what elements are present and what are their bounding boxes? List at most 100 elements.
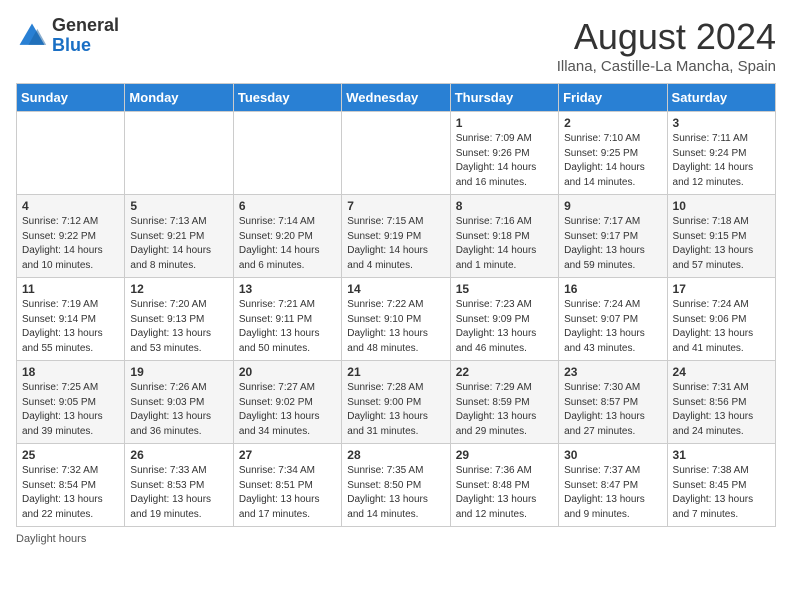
title-area: August 2024 Illana, Castille-La Mancha, … bbox=[557, 16, 776, 75]
day-number: 16 bbox=[564, 282, 661, 296]
day-info: Sunrise: 7:32 AM Sunset: 8:54 PM Dayligh… bbox=[22, 464, 119, 522]
calendar-cell: 29 Sunrise: 7:36 AM Sunset: 8:48 PM Dayli… bbox=[450, 444, 558, 527]
logo-text: General Blue bbox=[52, 16, 119, 56]
day-number: 27 bbox=[239, 448, 336, 462]
day-number: 9 bbox=[564, 199, 661, 213]
calendar-cell: 26 Sunrise: 7:33 AM Sunset: 8:53 PM Dayli… bbox=[125, 444, 233, 527]
calendar-cell: 5Sunrise: 7:13 AM Sunset: 9:21 PM Daylig… bbox=[125, 195, 233, 278]
col-header-monday: Monday bbox=[125, 84, 233, 112]
day-number: 6 bbox=[239, 199, 336, 213]
calendar-cell bbox=[233, 112, 341, 195]
calendar-cell: 17 Sunrise: 7:24 AM Sunset: 9:06 PM Dayli… bbox=[667, 278, 775, 361]
day-info: Sunrise: 7:22 AM Sunset: 9:10 PM Dayligh… bbox=[347, 298, 444, 356]
day-info: Sunrise: 7:33 AM Sunset: 8:53 PM Dayligh… bbox=[130, 464, 227, 522]
day-number: 30 bbox=[564, 448, 661, 462]
calendar-cell: 13 Sunrise: 7:21 AM Sunset: 9:11 PM Dayli… bbox=[233, 278, 341, 361]
logo-general: General bbox=[52, 15, 119, 35]
calendar-cell: 12Sunrise: 7:20 AM Sunset: 9:13 PM Dayli… bbox=[125, 278, 233, 361]
logo-icon bbox=[16, 20, 48, 52]
day-number: 5 bbox=[130, 199, 227, 213]
calendar-cell: 19Sunrise: 7:26 AM Sunset: 9:03 PM Dayli… bbox=[125, 361, 233, 444]
day-number: 31 bbox=[673, 448, 770, 462]
day-number: 26 bbox=[130, 448, 227, 462]
calendar-cell: 22 Sunrise: 7:29 AM Sunset: 8:59 PM Dayli… bbox=[450, 361, 558, 444]
day-info: Sunrise: 7:26 AM Sunset: 9:03 PM Dayligh… bbox=[130, 381, 227, 439]
calendar-cell: 4Sunrise: 7:12 AM Sunset: 9:22 PM Daylig… bbox=[17, 195, 125, 278]
day-number: 23 bbox=[564, 365, 661, 379]
calendar-cell: 20 Sunrise: 7:27 AM Sunset: 9:02 PM Dayli… bbox=[233, 361, 341, 444]
calendar-week-4: 18 Sunrise: 7:25 AM Sunset: 9:05 PM Dayli… bbox=[17, 361, 776, 444]
col-header-thursday: Thursday bbox=[450, 84, 558, 112]
col-header-sunday: Sunday bbox=[17, 84, 125, 112]
day-info: Sunrise: 7:14 AM Sunset: 9:20 PM Dayligh… bbox=[239, 215, 336, 273]
day-number: 17 bbox=[673, 282, 770, 296]
col-header-wednesday: Wednesday bbox=[342, 84, 450, 112]
day-info: Sunrise: 7:10 AM Sunset: 9:25 PM Dayligh… bbox=[564, 132, 661, 190]
calendar-cell: 7Sunrise: 7:15 AM Sunset: 9:19 PM Daylig… bbox=[342, 195, 450, 278]
calendar-week-2: 4Sunrise: 7:12 AM Sunset: 9:22 PM Daylig… bbox=[17, 195, 776, 278]
day-number: 10 bbox=[673, 199, 770, 213]
day-number: 11 bbox=[22, 282, 119, 296]
daylight-label: Daylight hours bbox=[16, 533, 86, 545]
day-info: Sunrise: 7:21 AM Sunset: 9:11 PM Dayligh… bbox=[239, 298, 336, 356]
month-title: August 2024 bbox=[557, 16, 776, 58]
day-number: 8 bbox=[456, 199, 553, 213]
day-info: Sunrise: 7:36 AM Sunset: 8:48 PM Dayligh… bbox=[456, 464, 553, 522]
day-number: 14 bbox=[347, 282, 444, 296]
calendar-cell: 2 Sunrise: 7:10 AM Sunset: 9:25 PM Daylig… bbox=[559, 112, 667, 195]
col-header-tuesday: Tuesday bbox=[233, 84, 341, 112]
day-number: 20 bbox=[239, 365, 336, 379]
logo-blue: Blue bbox=[52, 35, 91, 55]
day-info: Sunrise: 7:24 AM Sunset: 9:06 PM Dayligh… bbox=[673, 298, 770, 356]
day-info: Sunrise: 7:31 AM Sunset: 8:56 PM Dayligh… bbox=[673, 381, 770, 439]
day-info: Sunrise: 7:09 AM Sunset: 9:26 PM Dayligh… bbox=[456, 132, 553, 190]
day-number: 15 bbox=[456, 282, 553, 296]
day-info: Sunrise: 7:16 AM Sunset: 9:18 PM Dayligh… bbox=[456, 215, 553, 273]
calendar-week-3: 11 Sunrise: 7:19 AM Sunset: 9:14 PM Dayli… bbox=[17, 278, 776, 361]
day-number: 3 bbox=[673, 116, 770, 130]
calendar-cell: 10 Sunrise: 7:18 AM Sunset: 9:15 PM Dayli… bbox=[667, 195, 775, 278]
day-number: 2 bbox=[564, 116, 661, 130]
day-info: Sunrise: 7:24 AM Sunset: 9:07 PM Dayligh… bbox=[564, 298, 661, 356]
day-info: Sunrise: 7:11 AM Sunset: 9:24 PM Dayligh… bbox=[673, 132, 770, 190]
calendar-cell: 3 Sunrise: 7:11 AM Sunset: 9:24 PM Daylig… bbox=[667, 112, 775, 195]
location-subtitle: Illana, Castille-La Mancha, Spain bbox=[557, 58, 776, 75]
calendar-cell: 30Sunrise: 7:37 AM Sunset: 8:47 PM Dayli… bbox=[559, 444, 667, 527]
calendar-cell: 25Sunrise: 7:32 AM Sunset: 8:54 PM Dayli… bbox=[17, 444, 125, 527]
calendar-cell: 27 Sunrise: 7:34 AM Sunset: 8:51 PM Dayli… bbox=[233, 444, 341, 527]
calendar-cell: 28 Sunrise: 7:35 AM Sunset: 8:50 PM Dayli… bbox=[342, 444, 450, 527]
calendar-cell bbox=[17, 112, 125, 195]
logo: General Blue bbox=[16, 16, 119, 56]
day-number: 7 bbox=[347, 199, 444, 213]
day-number: 22 bbox=[456, 365, 553, 379]
day-number: 4 bbox=[22, 199, 119, 213]
day-info: Sunrise: 7:35 AM Sunset: 8:50 PM Dayligh… bbox=[347, 464, 444, 522]
calendar-cell: 21Sunrise: 7:28 AM Sunset: 9:00 PM Dayli… bbox=[342, 361, 450, 444]
col-header-saturday: Saturday bbox=[667, 84, 775, 112]
calendar-cell: 15Sunrise: 7:23 AM Sunset: 9:09 PM Dayli… bbox=[450, 278, 558, 361]
calendar-cell: 8 Sunrise: 7:16 AM Sunset: 9:18 PM Daylig… bbox=[450, 195, 558, 278]
day-number: 29 bbox=[456, 448, 553, 462]
day-number: 24 bbox=[673, 365, 770, 379]
footer: Daylight hours bbox=[16, 533, 776, 545]
calendar-cell: 1 Sunrise: 7:09 AM Sunset: 9:26 PM Daylig… bbox=[450, 112, 558, 195]
day-number: 18 bbox=[22, 365, 119, 379]
day-info: Sunrise: 7:18 AM Sunset: 9:15 PM Dayligh… bbox=[673, 215, 770, 273]
calendar-cell: 11 Sunrise: 7:19 AM Sunset: 9:14 PM Dayli… bbox=[17, 278, 125, 361]
day-number: 12 bbox=[130, 282, 227, 296]
day-info: Sunrise: 7:34 AM Sunset: 8:51 PM Dayligh… bbox=[239, 464, 336, 522]
header: General Blue August 2024 Illana, Castill… bbox=[16, 16, 776, 75]
day-info: Sunrise: 7:29 AM Sunset: 8:59 PM Dayligh… bbox=[456, 381, 553, 439]
day-info: Sunrise: 7:25 AM Sunset: 9:05 PM Dayligh… bbox=[22, 381, 119, 439]
col-header-friday: Friday bbox=[559, 84, 667, 112]
calendar-cell: 14 Sunrise: 7:22 AM Sunset: 9:10 PM Dayli… bbox=[342, 278, 450, 361]
day-number: 21 bbox=[347, 365, 444, 379]
day-number: 28 bbox=[347, 448, 444, 462]
calendar-cell: 31 Sunrise: 7:38 AM Sunset: 8:45 PM Dayli… bbox=[667, 444, 775, 527]
day-number: 1 bbox=[456, 116, 553, 130]
day-info: Sunrise: 7:38 AM Sunset: 8:45 PM Dayligh… bbox=[673, 464, 770, 522]
day-number: 13 bbox=[239, 282, 336, 296]
day-info: Sunrise: 7:27 AM Sunset: 9:02 PM Dayligh… bbox=[239, 381, 336, 439]
calendar-cell bbox=[342, 112, 450, 195]
day-info: Sunrise: 7:19 AM Sunset: 9:14 PM Dayligh… bbox=[22, 298, 119, 356]
